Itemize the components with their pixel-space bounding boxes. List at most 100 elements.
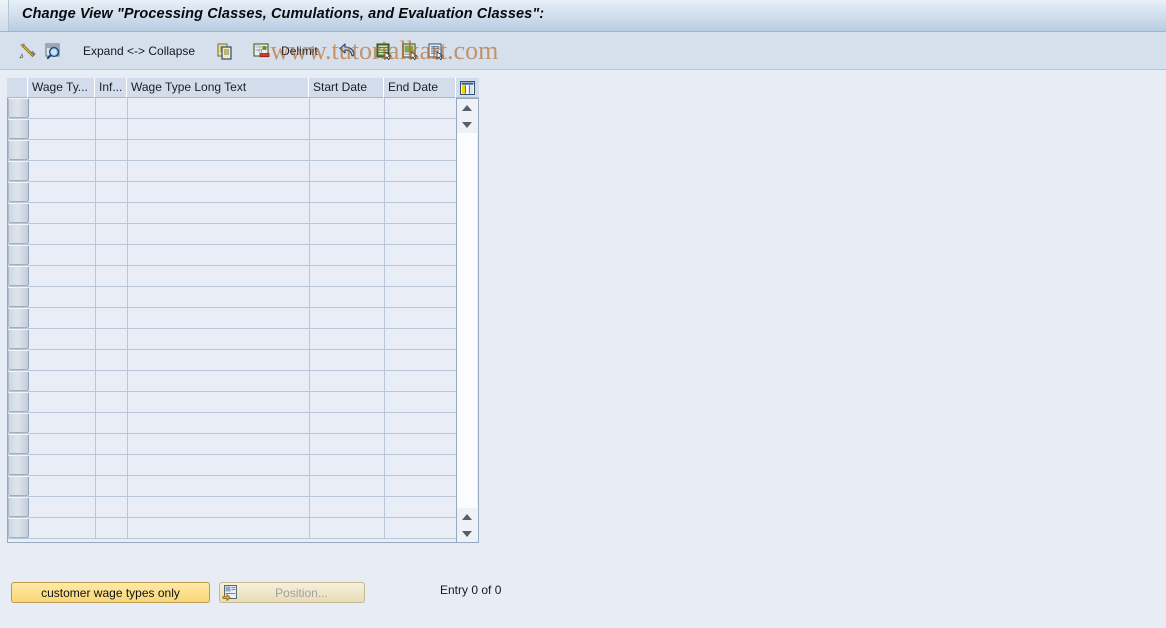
cell-start-date[interactable] (310, 329, 385, 349)
cell-end-date[interactable] (385, 245, 456, 265)
table-row[interactable] (8, 392, 456, 413)
undo-button[interactable] (335, 39, 361, 63)
cell-wage-type[interactable] (29, 224, 96, 244)
cell-infotype[interactable] (96, 455, 128, 475)
row-select-cell[interactable] (8, 308, 29, 328)
cell-start-date[interactable] (310, 98, 385, 118)
row-select-cell[interactable] (8, 476, 29, 496)
cell-end-date[interactable] (385, 308, 456, 328)
cell-infotype[interactable] (96, 371, 128, 391)
scrollbar-track[interactable] (457, 133, 477, 508)
cell-infotype[interactable] (96, 245, 128, 265)
cell-wage-type[interactable] (29, 140, 96, 160)
row-select-cell[interactable] (8, 161, 29, 181)
cell-end-date[interactable] (385, 371, 456, 391)
scroll-page-up-button[interactable] (457, 508, 477, 525)
cell-long-text[interactable] (128, 392, 310, 412)
row-select-cell[interactable] (8, 329, 29, 349)
row-select-cell[interactable] (8, 455, 29, 475)
table-row[interactable] (8, 245, 456, 266)
copy-button[interactable] (212, 39, 238, 63)
cell-wage-type[interactable] (29, 371, 96, 391)
cell-end-date[interactable] (385, 497, 456, 517)
cell-wage-type[interactable] (29, 518, 96, 538)
cell-wage-type[interactable] (29, 266, 96, 286)
details-button[interactable] (423, 39, 449, 63)
cell-long-text[interactable] (128, 224, 310, 244)
cell-long-text[interactable] (128, 476, 310, 496)
cell-end-date[interactable] (385, 140, 456, 160)
cell-start-date[interactable] (310, 161, 385, 181)
row-select-cell[interactable] (8, 98, 29, 118)
cell-end-date[interactable] (385, 161, 456, 181)
cell-start-date[interactable] (310, 308, 385, 328)
row-select-cell[interactable] (8, 287, 29, 307)
cell-long-text[interactable] (128, 203, 310, 223)
cell-wage-type[interactable] (29, 182, 96, 202)
cell-wage-type[interactable] (29, 350, 96, 370)
table-row[interactable] (8, 329, 456, 350)
cell-start-date[interactable] (310, 497, 385, 517)
cell-infotype[interactable] (96, 119, 128, 139)
cell-end-date[interactable] (385, 329, 456, 349)
row-select-cell[interactable] (8, 203, 29, 223)
cell-infotype[interactable] (96, 182, 128, 202)
cell-start-date[interactable] (310, 140, 385, 160)
cell-start-date[interactable] (310, 434, 385, 454)
table-row[interactable] (8, 266, 456, 287)
cell-infotype[interactable] (96, 287, 128, 307)
cell-long-text[interactable] (128, 98, 310, 118)
row-select-cell[interactable] (8, 266, 29, 286)
row-select-cell[interactable] (8, 434, 29, 454)
cell-long-text[interactable] (128, 287, 310, 307)
table-vertical-scrollbar[interactable] (457, 98, 479, 543)
delimit-icon-button[interactable] (248, 39, 274, 63)
cell-wage-type[interactable] (29, 455, 96, 475)
cell-wage-type[interactable] (29, 497, 96, 517)
cell-end-date[interactable] (385, 413, 456, 433)
cell-wage-type[interactable] (29, 119, 96, 139)
cell-long-text[interactable] (128, 350, 310, 370)
deselect-all-button[interactable] (397, 39, 423, 63)
cell-infotype[interactable] (96, 497, 128, 517)
cell-wage-type[interactable] (29, 413, 96, 433)
cell-wage-type[interactable] (29, 476, 96, 496)
cell-long-text[interactable] (128, 497, 310, 517)
cell-end-date[interactable] (385, 455, 456, 475)
cell-infotype[interactable] (96, 140, 128, 160)
cell-end-date[interactable] (385, 203, 456, 223)
cell-start-date[interactable] (310, 203, 385, 223)
table-settings-button[interactable] (456, 78, 479, 98)
cell-long-text[interactable] (128, 329, 310, 349)
table-row[interactable] (8, 182, 456, 203)
cell-end-date[interactable] (385, 182, 456, 202)
table-row[interactable] (8, 119, 456, 140)
cell-infotype[interactable] (96, 434, 128, 454)
column-header-end-date[interactable]: End Date (384, 78, 456, 98)
row-select-cell[interactable] (8, 392, 29, 412)
display-details-button[interactable] (40, 39, 66, 63)
table-row[interactable] (8, 476, 456, 497)
cell-long-text[interactable] (128, 413, 310, 433)
cell-end-date[interactable] (385, 476, 456, 496)
cell-long-text[interactable] (128, 245, 310, 265)
cell-start-date[interactable] (310, 266, 385, 286)
cell-start-date[interactable] (310, 119, 385, 139)
cell-long-text[interactable] (128, 161, 310, 181)
cell-long-text[interactable] (128, 119, 310, 139)
cell-end-date[interactable] (385, 119, 456, 139)
row-select-cell[interactable] (8, 140, 29, 160)
table-row[interactable] (8, 371, 456, 392)
cell-end-date[interactable] (385, 98, 456, 118)
table-row[interactable] (8, 224, 456, 245)
position-button[interactable]: Position... (219, 582, 365, 603)
table-row[interactable] (8, 98, 456, 119)
cell-long-text[interactable] (128, 455, 310, 475)
edit-pencil-button[interactable] (14, 39, 40, 63)
cell-long-text[interactable] (128, 434, 310, 454)
cell-wage-type[interactable] (29, 98, 96, 118)
row-select-cell[interactable] (8, 245, 29, 265)
cell-long-text[interactable] (128, 182, 310, 202)
cell-long-text[interactable] (128, 266, 310, 286)
cell-wage-type[interactable] (29, 392, 96, 412)
